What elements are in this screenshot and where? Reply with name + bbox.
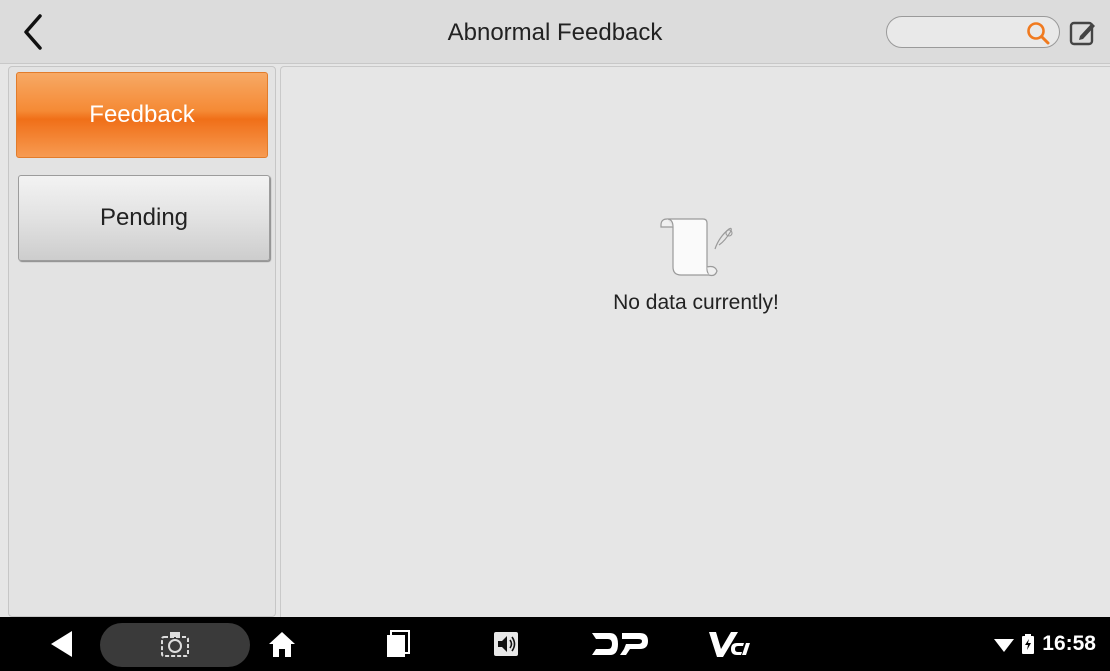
vci-button[interactable] [706,617,756,671]
camera-icon [161,632,189,657]
vci-logo-icon [709,632,750,657]
nav-back-button[interactable] [40,617,84,671]
dp-button[interactable] [586,617,652,671]
volume-icon [494,632,518,656]
sidebar-item-pending[interactable]: Pending [18,175,270,261]
volume-button[interactable] [486,617,526,671]
search-box[interactable] [886,16,1060,48]
search-input[interactable] [901,20,1025,46]
edit-icon[interactable] [1068,18,1098,48]
sidebar-item-feedback[interactable]: Feedback [16,72,268,158]
system-navbar: 16:58 [0,617,1110,671]
title-bar: Abnormal Feedback [0,0,1110,64]
search-icon[interactable] [1025,20,1051,46]
recents-icon [387,630,410,657]
screenshot-button[interactable] [150,617,200,671]
sidebar-item-label: Pending [99,204,189,231]
triangle-back-icon [51,631,72,657]
empty-message: No data currently! [613,291,779,314]
recents-button[interactable] [378,617,418,671]
sidebar: Feedback Pending [8,66,276,617]
wifi-icon [994,639,1015,652]
home-icon [269,632,295,657]
empty-document-icon [660,218,733,277]
clock: 16:58 [1042,632,1096,655]
content-panel: No data currently! [280,66,1110,617]
home-button[interactable] [262,617,302,671]
status-area: 16:58 [994,617,1096,671]
sidebar-item-label: Feedback [89,101,195,128]
dp-logo-icon [592,633,648,655]
battery-icon [1022,634,1035,654]
